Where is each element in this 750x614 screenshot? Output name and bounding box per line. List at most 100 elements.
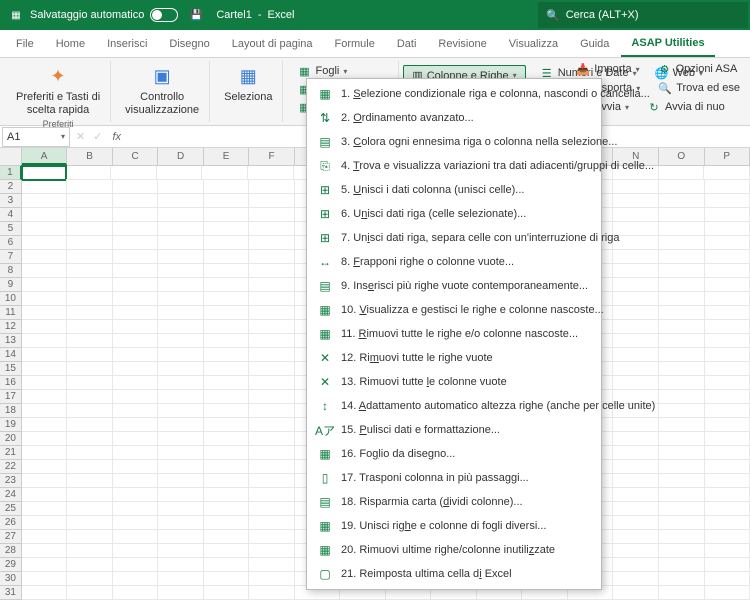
dropdown-item-2[interactable]: ⇅2. Ordinamento avanzato... <box>307 106 601 130</box>
cell[interactable] <box>613 488 659 502</box>
cell[interactable] <box>204 502 250 516</box>
cell[interactable] <box>204 250 250 264</box>
cell[interactable] <box>705 586 750 600</box>
cell[interactable] <box>22 278 68 292</box>
cell[interactable] <box>67 460 113 474</box>
cell[interactable] <box>249 180 295 194</box>
cell[interactable] <box>22 502 68 516</box>
column-header[interactable]: B <box>67 148 113 165</box>
cell[interactable] <box>113 348 159 362</box>
cell[interactable] <box>113 180 159 194</box>
cell[interactable] <box>67 446 113 460</box>
cell[interactable] <box>613 180 659 194</box>
cell[interactable] <box>158 460 204 474</box>
cell[interactable] <box>659 278 705 292</box>
cell[interactable] <box>659 348 705 362</box>
cell[interactable] <box>158 292 204 306</box>
opzioni-button[interactable]: ⚙Opzioni ASA <box>654 61 742 77</box>
cell[interactable] <box>67 572 113 586</box>
cell[interactable] <box>67 474 113 488</box>
cell[interactable] <box>249 348 295 362</box>
cell[interactable] <box>22 418 68 432</box>
cell[interactable] <box>613 278 659 292</box>
cell[interactable] <box>705 208 750 222</box>
preferiti-button[interactable]: ✦ Preferiti e Tasti di scelta rapida <box>12 63 104 119</box>
cell[interactable] <box>204 194 250 208</box>
cell[interactable] <box>113 516 159 530</box>
dropdown-item-12[interactable]: ✕12. Rimuovi tutte le righe vuote <box>307 346 601 370</box>
cell[interactable] <box>705 306 750 320</box>
cell[interactable] <box>22 264 68 278</box>
cell[interactable] <box>249 264 295 278</box>
cell[interactable] <box>113 250 159 264</box>
cell[interactable] <box>659 474 705 488</box>
tab-formule[interactable]: Formule <box>325 32 385 56</box>
cell[interactable] <box>204 446 250 460</box>
cell[interactable] <box>659 236 705 250</box>
cell[interactable] <box>22 306 68 320</box>
cell[interactable] <box>113 558 159 572</box>
cell[interactable] <box>659 502 705 516</box>
cell[interactable] <box>705 264 750 278</box>
seleziona-button[interactable]: ▦ Seleziona <box>220 63 276 106</box>
cell[interactable] <box>613 306 659 320</box>
cell[interactable] <box>705 292 750 306</box>
cell[interactable] <box>204 362 250 376</box>
cell[interactable] <box>22 488 68 502</box>
cell[interactable] <box>113 292 159 306</box>
cell[interactable] <box>613 530 659 544</box>
cell[interactable] <box>613 334 659 348</box>
cell[interactable] <box>613 208 659 222</box>
cell[interactable] <box>67 222 113 236</box>
dropdown-item-21[interactable]: ▢21. Reimposta ultima cella di Excel <box>307 562 601 586</box>
cell[interactable] <box>22 208 68 222</box>
fx-confirm[interactable]: ✓ <box>89 130 106 143</box>
cell[interactable] <box>613 194 659 208</box>
cell[interactable] <box>22 320 68 334</box>
cell[interactable] <box>67 208 113 222</box>
cell[interactable] <box>705 432 750 446</box>
cell[interactable] <box>22 544 68 558</box>
cell[interactable] <box>67 348 113 362</box>
save-icon[interactable]: 💾 <box>188 7 204 23</box>
row-header[interactable]: 26 <box>0 516 22 530</box>
cell[interactable] <box>249 404 295 418</box>
cell[interactable] <box>249 390 295 404</box>
cell[interactable] <box>67 376 113 390</box>
cell[interactable] <box>113 362 159 376</box>
cell[interactable] <box>249 488 295 502</box>
cell[interactable] <box>659 376 705 390</box>
cell[interactable] <box>204 348 250 362</box>
dropdown-item-10[interactable]: ▦10. Visualizza e gestisci le righe e co… <box>307 298 601 322</box>
tab-layout-di-pagina[interactable]: Layout di pagina <box>222 32 323 56</box>
dropdown-item-20[interactable]: ▦20. Rimuovi ultime righe/colonne inutil… <box>307 538 601 562</box>
cell[interactable] <box>113 488 159 502</box>
cell[interactable] <box>613 292 659 306</box>
cell[interactable] <box>204 558 250 572</box>
dropdown-item-9[interactable]: ▤9. Inserisci più righe vuote contempora… <box>307 274 601 298</box>
cell[interactable] <box>705 362 750 376</box>
cell[interactable] <box>158 278 204 292</box>
cell[interactable] <box>705 460 750 474</box>
cell[interactable] <box>705 278 750 292</box>
cell[interactable] <box>113 194 159 208</box>
cell[interactable] <box>249 194 295 208</box>
importa-button[interactable]: 📥Importa▾ <box>572 61 643 77</box>
cell[interactable] <box>67 264 113 278</box>
cell[interactable] <box>613 376 659 390</box>
cell[interactable] <box>113 446 159 460</box>
cell[interactable] <box>249 376 295 390</box>
cell[interactable] <box>659 166 705 180</box>
cell[interactable] <box>204 278 250 292</box>
cell[interactable] <box>249 250 295 264</box>
cell[interactable] <box>249 530 295 544</box>
cell[interactable] <box>67 432 113 446</box>
cell[interactable] <box>158 194 204 208</box>
cell[interactable] <box>659 432 705 446</box>
cell[interactable] <box>113 572 159 586</box>
cell[interactable] <box>659 334 705 348</box>
tab-visualizza[interactable]: Visualizza <box>499 32 568 56</box>
cell[interactable] <box>613 502 659 516</box>
cell[interactable] <box>158 446 204 460</box>
row-header[interactable]: 17 <box>0 390 22 404</box>
